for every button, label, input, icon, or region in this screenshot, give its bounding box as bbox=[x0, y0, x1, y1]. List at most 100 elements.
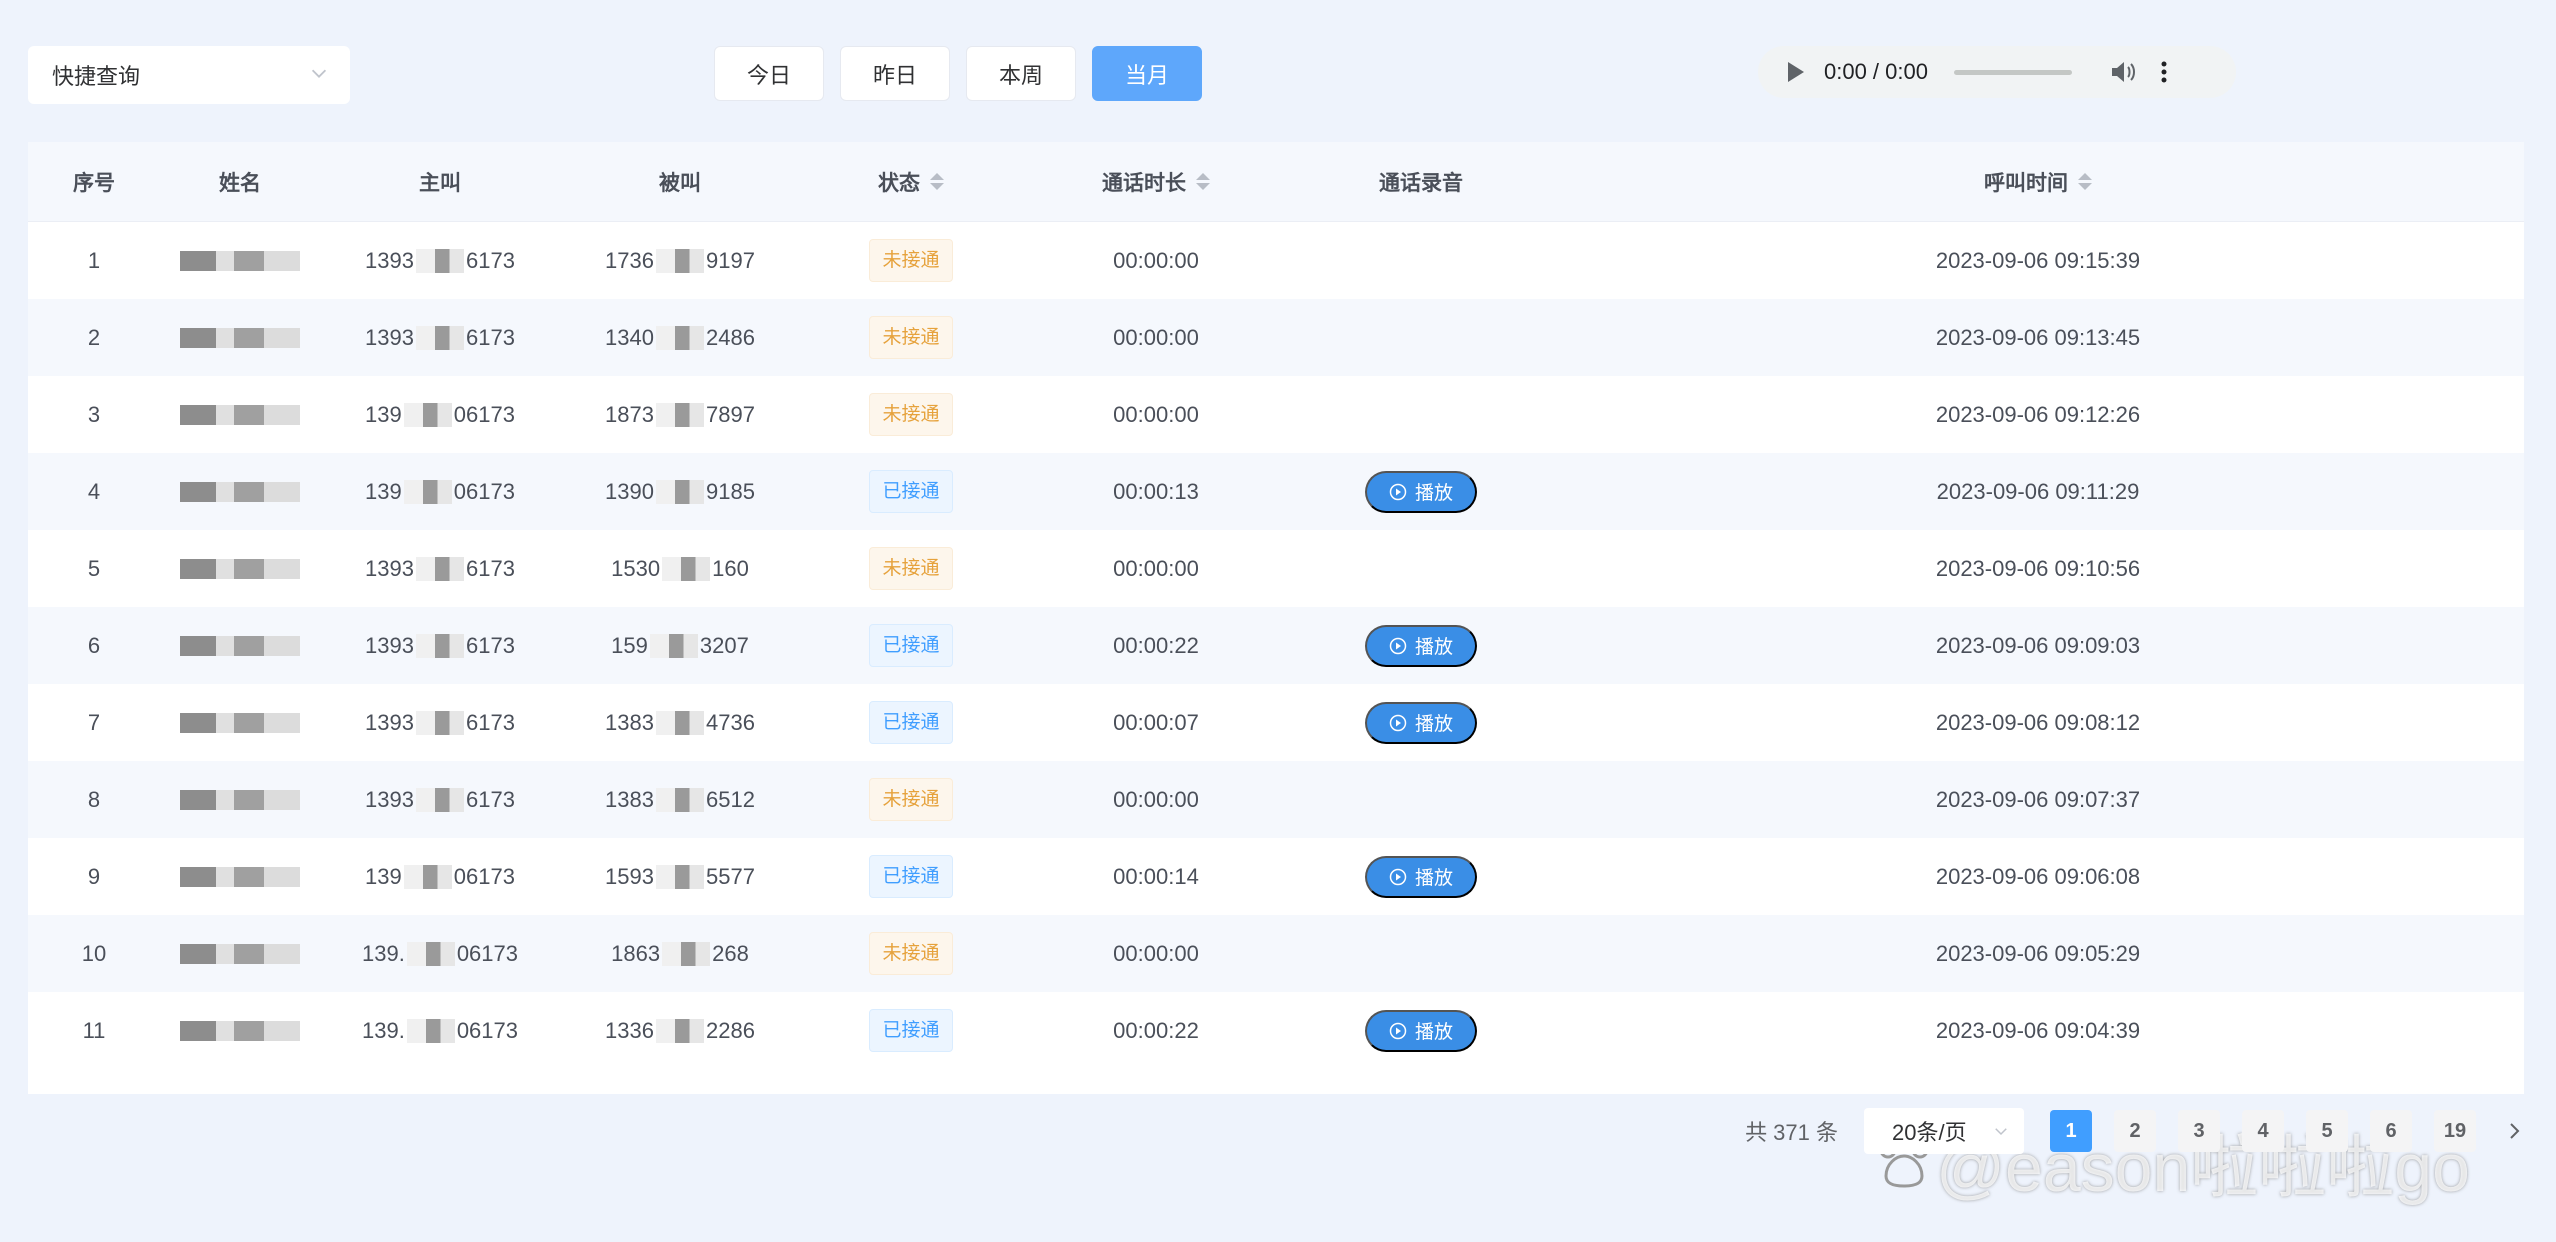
sort-icon[interactable] bbox=[2078, 173, 2092, 190]
masked-digits bbox=[656, 402, 704, 427]
callee-suffix: 6512 bbox=[706, 786, 755, 812]
this-week-button[interactable]: 本周 bbox=[966, 46, 1076, 101]
status-badge: 已接通 bbox=[869, 855, 953, 898]
row-caller: 1393 6173 bbox=[320, 684, 560, 761]
page-list: 1 2 3 4 5 6 19 bbox=[2050, 1110, 2476, 1152]
more-options-icon[interactable] bbox=[2160, 60, 2168, 84]
caller-suffix: 06173 bbox=[453, 401, 515, 427]
sort-icon[interactable] bbox=[1196, 173, 1210, 190]
row-recording: 播放 bbox=[1290, 453, 1552, 530]
page-1[interactable]: 1 bbox=[2050, 1110, 2092, 1152]
row-name bbox=[160, 761, 320, 838]
sort-icon[interactable] bbox=[930, 173, 944, 190]
play-recording-button[interactable]: 播放 bbox=[1365, 624, 1477, 667]
row-callee: 1530 160 bbox=[560, 530, 800, 607]
caller-prefix: 139. bbox=[361, 1017, 405, 1043]
status-badge: 未接通 bbox=[869, 239, 953, 282]
callee-prefix: 159 bbox=[611, 632, 648, 658]
table-row: 6 1393 6173 159 3207 已接通 00:00:22 播放 2023-09-06 … bbox=[28, 607, 2524, 684]
row-recording bbox=[1290, 915, 1552, 992]
play-recording-button[interactable]: 播放 bbox=[1365, 470, 1477, 513]
masked-digits bbox=[416, 556, 464, 581]
play-circle-icon bbox=[1389, 1022, 1407, 1039]
masked-digits bbox=[403, 402, 452, 427]
row-name bbox=[160, 684, 320, 761]
masked-name bbox=[180, 250, 300, 271]
play-recording-button[interactable]: 播放 bbox=[1365, 1009, 1477, 1052]
table-row: 9 139 06173 1593 5577 已接通 00:00:14 播放 2023-09-06… bbox=[28, 838, 2524, 915]
callee-prefix: 1340 bbox=[605, 324, 654, 350]
header-status[interactable]: 状态 bbox=[800, 142, 1022, 221]
masked-name bbox=[180, 712, 300, 733]
play-label: 播放 bbox=[1414, 1022, 1453, 1043]
audio-progress-bar[interactable] bbox=[1953, 69, 2072, 75]
row-status: 已接通 bbox=[800, 607, 1022, 684]
masked-digits bbox=[656, 248, 704, 273]
row-index: 11 bbox=[82, 1017, 106, 1043]
callee-prefix: 1336 bbox=[605, 1017, 654, 1043]
callee-suffix: 4736 bbox=[706, 709, 755, 735]
row-duration: 00:00:22 bbox=[1113, 1017, 1199, 1043]
audio-time: 0:00 / 0:00 bbox=[1824, 59, 1928, 84]
status-badge: 未接通 bbox=[869, 316, 953, 359]
total-count: 共 371 条 bbox=[1745, 1120, 1838, 1145]
row-name bbox=[160, 222, 320, 299]
row-duration: 00:00:00 bbox=[1113, 555, 1199, 581]
status-badge: 未接通 bbox=[869, 547, 953, 590]
play-label: 播放 bbox=[1414, 483, 1453, 504]
page-6[interactable]: 6 bbox=[2370, 1110, 2412, 1152]
callee-suffix: 2286 bbox=[706, 1017, 755, 1043]
row-name bbox=[160, 915, 320, 992]
masked-digits bbox=[662, 941, 711, 966]
caller-suffix: 6173 bbox=[466, 247, 515, 273]
caller-prefix: 139. bbox=[361, 940, 405, 966]
callee-suffix: 268 bbox=[712, 940, 749, 966]
caller-prefix: 1393 bbox=[365, 786, 414, 812]
chevron-right-icon[interactable] bbox=[2502, 1119, 2526, 1143]
row-name bbox=[160, 453, 320, 530]
row-callee: 1863 268 bbox=[560, 915, 800, 992]
this-month-button[interactable]: 当月 bbox=[1092, 46, 1202, 101]
today-button[interactable]: 今日 bbox=[714, 46, 824, 101]
masked-name bbox=[180, 789, 300, 810]
caller-prefix: 139 bbox=[365, 401, 402, 427]
page-2[interactable]: 2 bbox=[2114, 1110, 2156, 1152]
table-body: 1 1393 6173 1736 9197 未接通 00:00:00 2023-09-06 0… bbox=[28, 222, 2524, 1069]
row-recording: 播放 bbox=[1290, 684, 1552, 761]
audio-player: 0:00 / 0:00 bbox=[1758, 46, 2236, 98]
play-circle-icon bbox=[1389, 483, 1407, 500]
status-badge: 已接通 bbox=[869, 470, 953, 513]
page-19[interactable]: 19 bbox=[2434, 1110, 2476, 1152]
table-row: 7 1393 6173 1383 4736 已接通 00:00:07 播放 2023-09-06… bbox=[28, 684, 2524, 761]
header-call-time[interactable]: 呼叫时间 bbox=[1552, 142, 2524, 221]
row-status: 未接通 bbox=[800, 761, 1022, 838]
row-duration: 00:00:00 bbox=[1113, 247, 1199, 273]
page-4[interactable]: 4 bbox=[2242, 1110, 2284, 1152]
status-badge: 未接通 bbox=[869, 778, 953, 821]
row-name bbox=[160, 376, 320, 453]
page-3[interactable]: 3 bbox=[2178, 1110, 2220, 1152]
volume-icon[interactable] bbox=[2110, 60, 2138, 84]
table-row: 4 139 06173 1390 9185 已接通 00:00:13 播放 2023-09-06… bbox=[28, 453, 2524, 530]
row-duration: 00:00:00 bbox=[1113, 324, 1199, 350]
quick-query-select[interactable]: 快捷查询 bbox=[28, 46, 350, 104]
play-recording-button[interactable]: 播放 bbox=[1365, 855, 1477, 898]
page-size-select[interactable]: 20条/页 bbox=[1864, 1108, 2024, 1154]
table-row: 3 139 06173 1873 7897 未接通 00:00:00 2023-09-06 0… bbox=[28, 376, 2524, 453]
yesterday-button[interactable]: 昨日 bbox=[840, 46, 950, 101]
masked-name bbox=[180, 943, 300, 964]
row-callee: 1736 9197 bbox=[560, 222, 800, 299]
row-call-time: 2023-09-06 09:12:26 bbox=[1935, 401, 2141, 427]
header-duration[interactable]: 通话时长 bbox=[1022, 142, 1290, 221]
row-index: 10 bbox=[81, 940, 107, 966]
row-caller: 1393 6173 bbox=[320, 607, 560, 684]
caller-prefix: 1393 bbox=[365, 632, 414, 658]
row-callee: 1383 4736 bbox=[560, 684, 800, 761]
date-filter-group: 今日 昨日 本周 当月 bbox=[714, 46, 1202, 101]
play-icon[interactable] bbox=[1788, 62, 1804, 82]
table-row: 8 1393 6173 1383 6512 未接通 00:00:00 2023-09-06 0… bbox=[28, 761, 2524, 838]
row-status: 已接通 bbox=[800, 992, 1022, 1069]
table-row: 1 1393 6173 1736 9197 未接通 00:00:00 2023-09-06 0… bbox=[28, 222, 2524, 299]
page-5[interactable]: 5 bbox=[2306, 1110, 2348, 1152]
play-recording-button[interactable]: 播放 bbox=[1365, 701, 1477, 744]
